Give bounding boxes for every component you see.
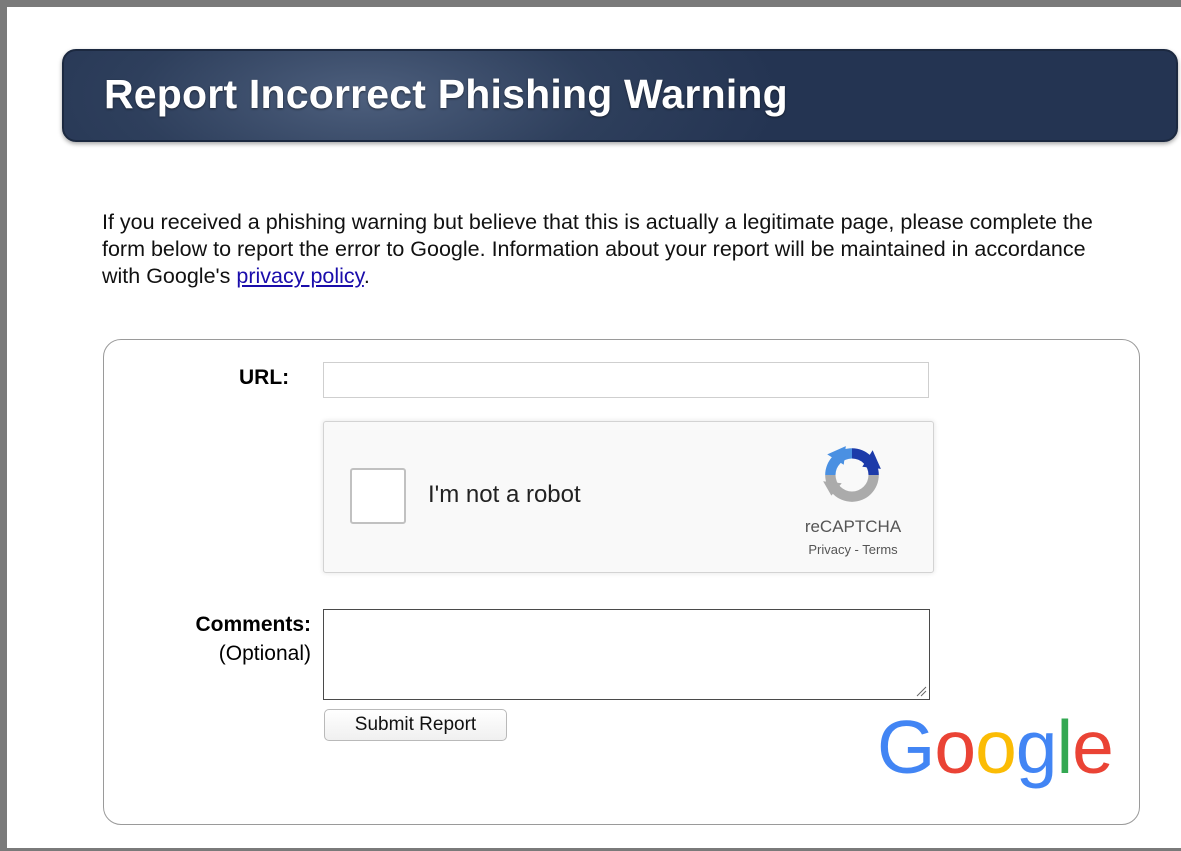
submit-report-button[interactable]: Submit Report (324, 709, 507, 741)
page-title: Report Incorrect Phishing Warning (104, 71, 788, 117)
comments-textarea[interactable] (323, 609, 930, 700)
recaptcha-checkbox[interactable] (350, 468, 406, 524)
comments-label: Comments: (195, 613, 311, 636)
recaptcha-label: I'm not a robot (428, 481, 581, 508)
google-logo-letter: g (1015, 705, 1058, 789)
recaptcha-logo-icon (823, 446, 881, 502)
google-logo-letter: G (877, 705, 935, 789)
privacy-policy-link[interactable]: privacy policy (236, 264, 363, 288)
report-form: URL: I'm not a robot reCAPTCHA Privacy -… (103, 339, 1140, 825)
google-logo-letter: e (1072, 705, 1114, 789)
title-banner: Report Incorrect Phishing Warning (62, 49, 1178, 142)
comments-optional-label: (Optional) (218, 642, 311, 665)
google-logo-letter: o (934, 705, 976, 789)
recaptcha-privacy-terms[interactable]: Privacy - Terms (784, 542, 922, 557)
page-frame: Report Incorrect Phishing Warning If you… (0, 0, 1181, 851)
resize-grip-icon[interactable] (915, 685, 927, 697)
recaptcha-brand: reCAPTCHA (804, 517, 902, 536)
google-logo-letter: o (975, 705, 1017, 789)
url-label: URL: (239, 366, 290, 389)
intro-paragraph: If you received a phishing warning but b… (102, 209, 1102, 290)
recaptcha-widget: I'm not a robot reCAPTCHA Privacy - Term… (323, 421, 934, 573)
google-logo-letter: l (1056, 705, 1074, 789)
google-logo: Google (877, 705, 1119, 789)
intro-text-end: . (363, 264, 370, 288)
url-input[interactable] (323, 362, 929, 398)
